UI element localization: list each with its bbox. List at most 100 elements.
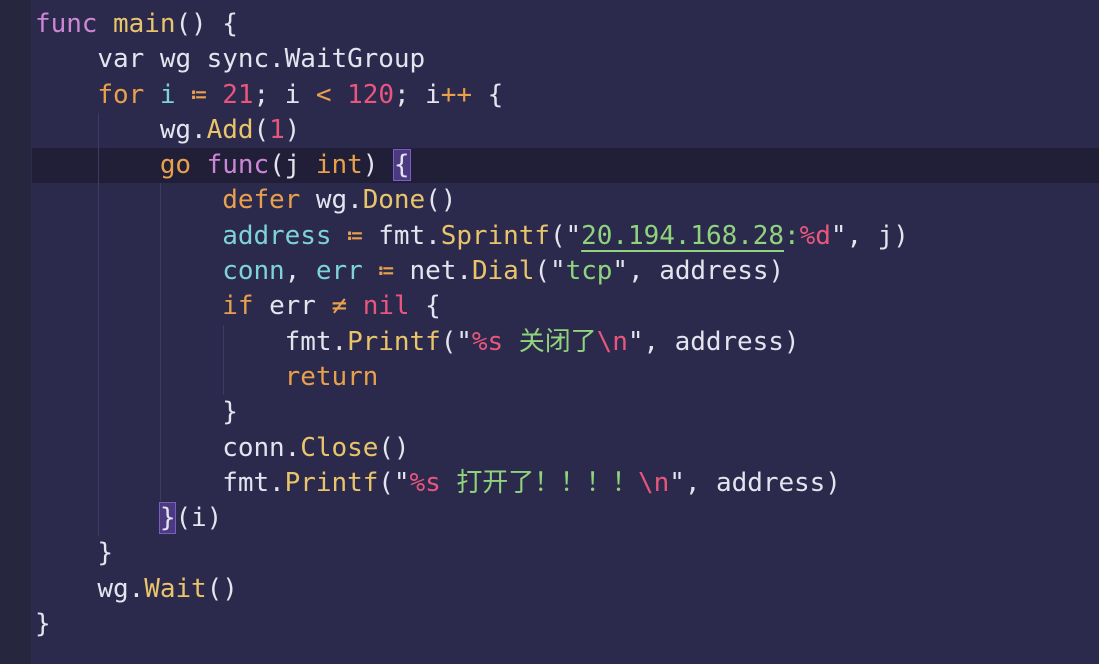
code-line[interactable]: go func(j int) {: [32, 148, 1099, 184]
indent-guide: [160, 254, 162, 290]
code-token: (): [378, 432, 410, 463]
indent-guide: [222, 359, 224, 396]
code-token: nil: [362, 291, 410, 322]
code-token: 120: [347, 79, 394, 110]
code-token: 21: [222, 79, 254, 110]
code-token: <: [315, 79, 348, 110]
indent-guide: [97, 112, 99, 149]
indent-guide: [97, 395, 99, 431]
code-editor[interactable]: func main() { var wg sync.WaitGroup for …: [32, 7, 1099, 642]
code-token: (": [549, 220, 582, 251]
code-line[interactable]: address ≔ fmt.Sprintf("20.194.168.28:%d"…: [35, 218, 1099, 255]
indent-guide: [97, 148, 99, 184]
code-token: for: [97, 79, 160, 110]
code-line[interactable]: fmt.Printf("%s 关闭了\n", address): [35, 324, 1099, 360]
code-line[interactable]: wg.Add(1): [35, 112, 1099, 149]
indent-guide: [97, 289, 99, 325]
code-token: err: [315, 256, 379, 287]
code-line[interactable]: wg.Wait(): [35, 572, 1099, 607]
code-line[interactable]: conn.Close(): [35, 430, 1099, 466]
indent-guide: [97, 501, 99, 537]
code-line[interactable]: if err ≠ nil {: [35, 289, 1099, 325]
code-token: (): [206, 573, 238, 604]
code-token: Done: [362, 185, 426, 216]
code-token: fmt.: [284, 326, 348, 357]
code-token: Printf: [284, 467, 379, 498]
code-token: tcp: [565, 256, 613, 287]
indent-guide: [160, 218, 162, 255]
code-token: (": [440, 326, 472, 357]
code-token: Wait: [144, 573, 207, 604]
code-token: \n: [596, 326, 628, 357]
code-token: main: [113, 9, 176, 39]
code-token: return: [284, 361, 379, 392]
code-token: wg.: [97, 573, 145, 604]
indent-guide: [97, 218, 99, 255]
code-line[interactable]: }: [35, 607, 1099, 642]
code-line[interactable]: var wg sync.WaitGroup: [35, 42, 1099, 77]
code-token: ≠: [331, 291, 363, 322]
code-line[interactable]: return: [35, 359, 1099, 396]
code-token: }: [222, 397, 238, 428]
code-line[interactable]: for i ≔ 21; i < 120; i++ {: [35, 78, 1099, 113]
code-token: {: [471, 79, 504, 110]
indent-guide: [97, 254, 99, 290]
code-token: ; i: [253, 79, 316, 110]
code-token: ,: [284, 256, 316, 287]
code-line[interactable]: }(i): [35, 501, 1099, 537]
indent-guide: [160, 289, 162, 325]
code-token: 1: [269, 114, 285, 145]
code-token: func: [35, 9, 114, 39]
code-token: i: [159, 79, 192, 110]
code-token: %s: [409, 467, 441, 498]
code-token: () {: [175, 9, 238, 39]
code-token: 关闭了: [503, 326, 597, 357]
code-line[interactable]: fmt.Printf("%s 打开了！！！！\n", address): [35, 465, 1099, 502]
indent-guide: [97, 430, 99, 466]
code-token: (j: [269, 150, 316, 181]
indent-guide: [97, 359, 99, 396]
code-token: 20.194.168.28: [581, 220, 785, 251]
code-token: ++: [440, 79, 472, 110]
code-token: :: [784, 220, 800, 251]
code-token: fmt.: [378, 220, 441, 251]
indent-guide: [160, 359, 162, 396]
code-token: {: [409, 291, 441, 322]
code-token: func: [206, 150, 270, 181]
indent-guide: [160, 430, 162, 466]
indent-guide: [97, 465, 99, 502]
code-token: Dial: [471, 256, 535, 287]
code-token: }: [97, 538, 114, 569]
indent-guide: [160, 395, 162, 431]
indent-guide: [97, 324, 99, 360]
indent-guide: [222, 324, 224, 360]
code-token: wg.: [159, 114, 207, 145]
code-line[interactable]: func main() {: [35, 7, 1099, 42]
code-token: %d: [799, 220, 831, 251]
matched-bracket: {: [392, 149, 411, 182]
code-line[interactable]: }: [35, 395, 1099, 431]
code-token: net.: [409, 256, 472, 287]
code-token: err: [269, 291, 332, 322]
code-token: ): [284, 114, 301, 145]
code-token: ): [362, 150, 394, 181]
code-token: ≔: [191, 79, 223, 110]
code-line[interactable]: conn, err ≔ net.Dial("tcp", address): [35, 254, 1099, 290]
code-token: ≔: [378, 256, 410, 287]
code-token: (": [534, 256, 566, 287]
code-token: fmt.: [222, 467, 285, 498]
editor-gutter: [0, 0, 31, 664]
indent-guide: [97, 183, 99, 219]
code-line[interactable]: defer wg.Done(): [35, 183, 1099, 219]
code-token: (: [253, 114, 270, 145]
code-token: ", address): [627, 326, 800, 357]
code-token: Close: [300, 432, 379, 463]
code-token: ; i: [393, 79, 441, 110]
code-token: address: [222, 220, 348, 251]
indent-guide: [160, 465, 162, 502]
code-token: ", address): [669, 467, 841, 498]
code-line[interactable]: }: [35, 536, 1099, 571]
code-token: (): [425, 185, 457, 216]
code-token: ", address): [612, 256, 785, 287]
code-token: Sprintf: [440, 220, 550, 251]
